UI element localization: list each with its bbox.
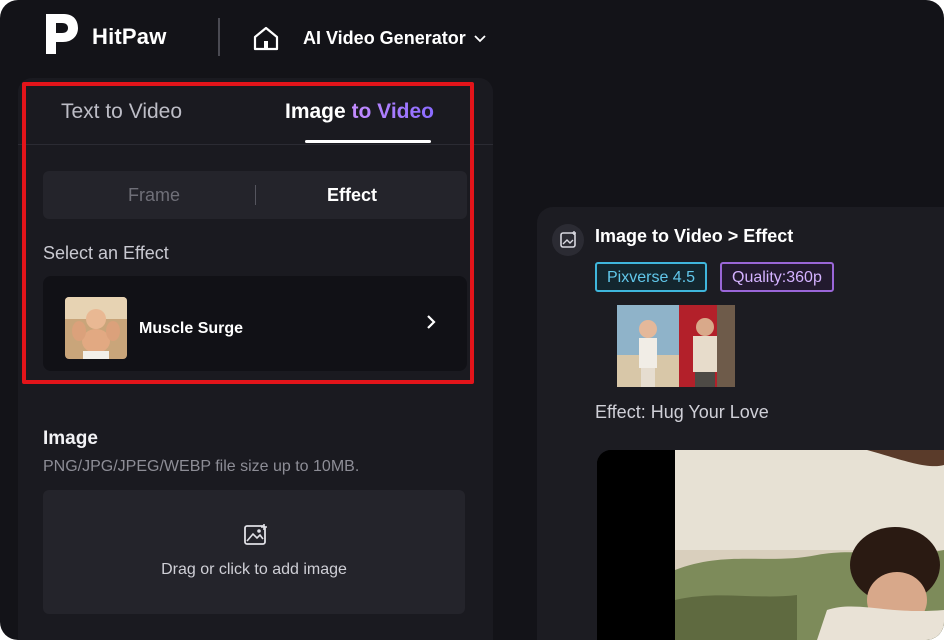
brand-name: HitPaw (92, 24, 167, 49)
effect-thumbnail (65, 297, 127, 359)
segment-frame[interactable]: Frame (128, 185, 180, 206)
task-title: Image to Video > Effect (595, 226, 794, 246)
quality-badge: Quality:360p (720, 262, 834, 292)
home-icon[interactable] (252, 24, 280, 52)
mode-tabs: Text to Video Image to Video (18, 82, 493, 145)
reference-image-thumbnail (617, 305, 735, 387)
chevron-down-icon (474, 34, 486, 42)
add-image-icon (244, 524, 267, 545)
tab-image-to-video-label-part2: to Video (351, 100, 434, 123)
segment-divider (255, 185, 256, 205)
video-preview[interactable] (597, 450, 944, 640)
app-selector-label: AI Video Generator (303, 28, 466, 48)
image-to-video-task-icon (552, 224, 584, 256)
chevron-right-icon (427, 315, 436, 329)
active-tab-indicator (305, 140, 431, 143)
mode-segmented-control: Frame Effect (43, 171, 467, 219)
model-badge: Pixverse 4.5 (595, 262, 708, 292)
tab-image-to-video[interactable]: Image to Video (285, 100, 434, 124)
dropzone-text: Drag or click to add image (161, 561, 347, 578)
image-section-title: Image (43, 428, 98, 449)
select-effect-label: Select an Effect (43, 243, 169, 263)
segment-effect[interactable]: Effect (327, 185, 377, 206)
image-dropzone[interactable]: Drag or click to add image (43, 490, 465, 614)
hitpaw-logo-icon (46, 14, 78, 54)
header-divider (218, 18, 220, 56)
app-selector-dropdown[interactable]: AI Video Generator (303, 28, 486, 49)
task-effect-name: Effect: Hug Your Love (595, 402, 769, 422)
effect-selector[interactable]: Muscle Surge (43, 276, 467, 371)
tab-text-to-video[interactable]: Text to Video (61, 100, 182, 124)
tab-image-to-video-label-part1: Image (285, 100, 352, 123)
top-bar: HitPaw AI Video Generator (0, 0, 944, 78)
image-format-hint: PNG/JPG/JPEG/WEBP file size up to 10MB. (43, 458, 360, 475)
selected-effect-name: Muscle Surge (139, 320, 244, 337)
app-window: HitPaw AI Video Generator Text to Video … (0, 0, 944, 640)
